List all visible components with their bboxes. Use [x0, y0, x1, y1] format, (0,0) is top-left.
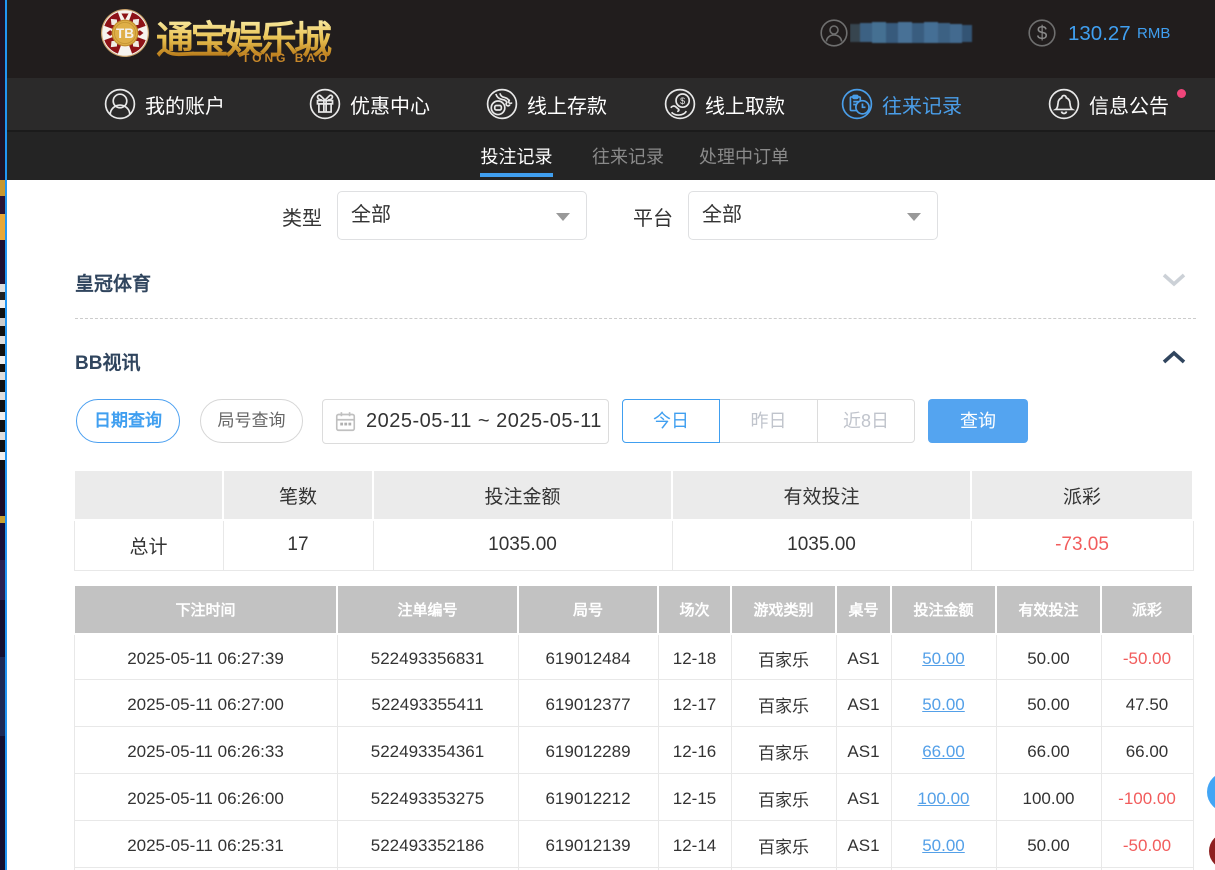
svg-text:$: $	[1037, 24, 1048, 45]
svg-text:TONG BAO: TONG BAO	[242, 51, 330, 65]
svg-text:$: $	[680, 96, 685, 106]
svg-text:TB: TB	[116, 26, 134, 41]
